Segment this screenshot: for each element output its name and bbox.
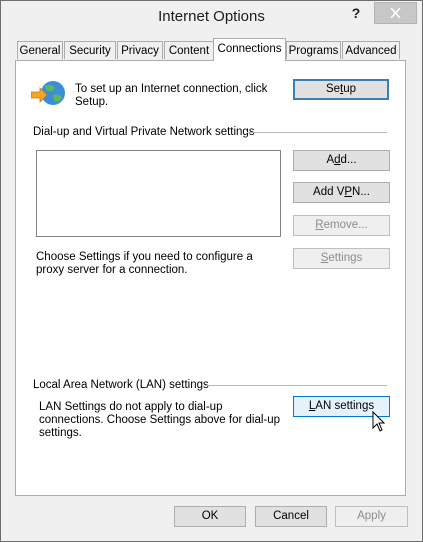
help-button[interactable]: ?	[344, 3, 368, 23]
tab-content[interactable]: Content	[164, 41, 214, 59]
close-icon	[390, 8, 401, 18]
tab-advanced[interactable]: Advanced	[342, 41, 400, 59]
ok-button[interactable]: OK	[174, 506, 246, 527]
add-vpn-button-label-rest: N...	[352, 186, 370, 198]
add-vpn-button-label: Add V	[313, 186, 345, 198]
close-button[interactable]	[374, 2, 417, 24]
lan-description: LAN Settings do not apply to dial-up con…	[39, 401, 281, 439]
lan-group-divider	[205, 385, 387, 386]
connections-list[interactable]	[36, 150, 281, 237]
apply-button[interactable]: Apply	[335, 506, 408, 527]
connections-panel: To set up an Internet connection, click …	[15, 60, 406, 496]
proxy-description: Choose Settings if you need to configure…	[36, 251, 253, 276]
tab-privacy[interactable]: Privacy	[117, 41, 163, 59]
dialup-group-divider	[247, 132, 387, 133]
cancel-button[interactable]: Cancel	[255, 506, 327, 527]
globe-network-icon	[31, 81, 65, 105]
mouse-cursor-icon	[372, 411, 386, 432]
add-button[interactable]: Add...	[293, 150, 390, 171]
add-vpn-button[interactable]: Add VPN...	[293, 182, 390, 203]
setup-button-label: Se	[325, 83, 341, 95]
add-vpn-button-access-key: P	[344, 186, 353, 198]
setup-button-label-rest: up	[343, 83, 357, 95]
tab-general[interactable]: General	[17, 41, 63, 59]
dialup-group-label: Dial-up and Virtual Private Network sett…	[33, 126, 255, 138]
add-button-label-rest: d...	[340, 154, 357, 166]
remove-button-access-key: R	[315, 219, 324, 231]
title-bar[interactable]: Internet Options ?	[1, 1, 422, 32]
settings-button[interactable]: Settings	[293, 248, 390, 269]
tab-connections[interactable]: Connections	[213, 38, 286, 61]
lan-group-label: Local Area Network (LAN) settings	[33, 379, 209, 391]
remove-button[interactable]: Remove...	[293, 215, 390, 236]
internet-options-window: Internet Options ? General Security Priv…	[0, 0, 423, 542]
tab-security[interactable]: Security	[64, 41, 116, 59]
remove-button-label-rest: emove...	[323, 219, 368, 231]
settings-button-label-rest: ettings	[328, 252, 363, 264]
setup-button[interactable]: Setup	[293, 79, 389, 100]
setup-description: To set up an Internet connection, click …	[75, 83, 268, 108]
tab-programs[interactable]: Programs	[286, 41, 341, 59]
lan-settings-button-label-rest: AN settings	[315, 400, 375, 412]
add-button-label: A	[326, 154, 335, 166]
